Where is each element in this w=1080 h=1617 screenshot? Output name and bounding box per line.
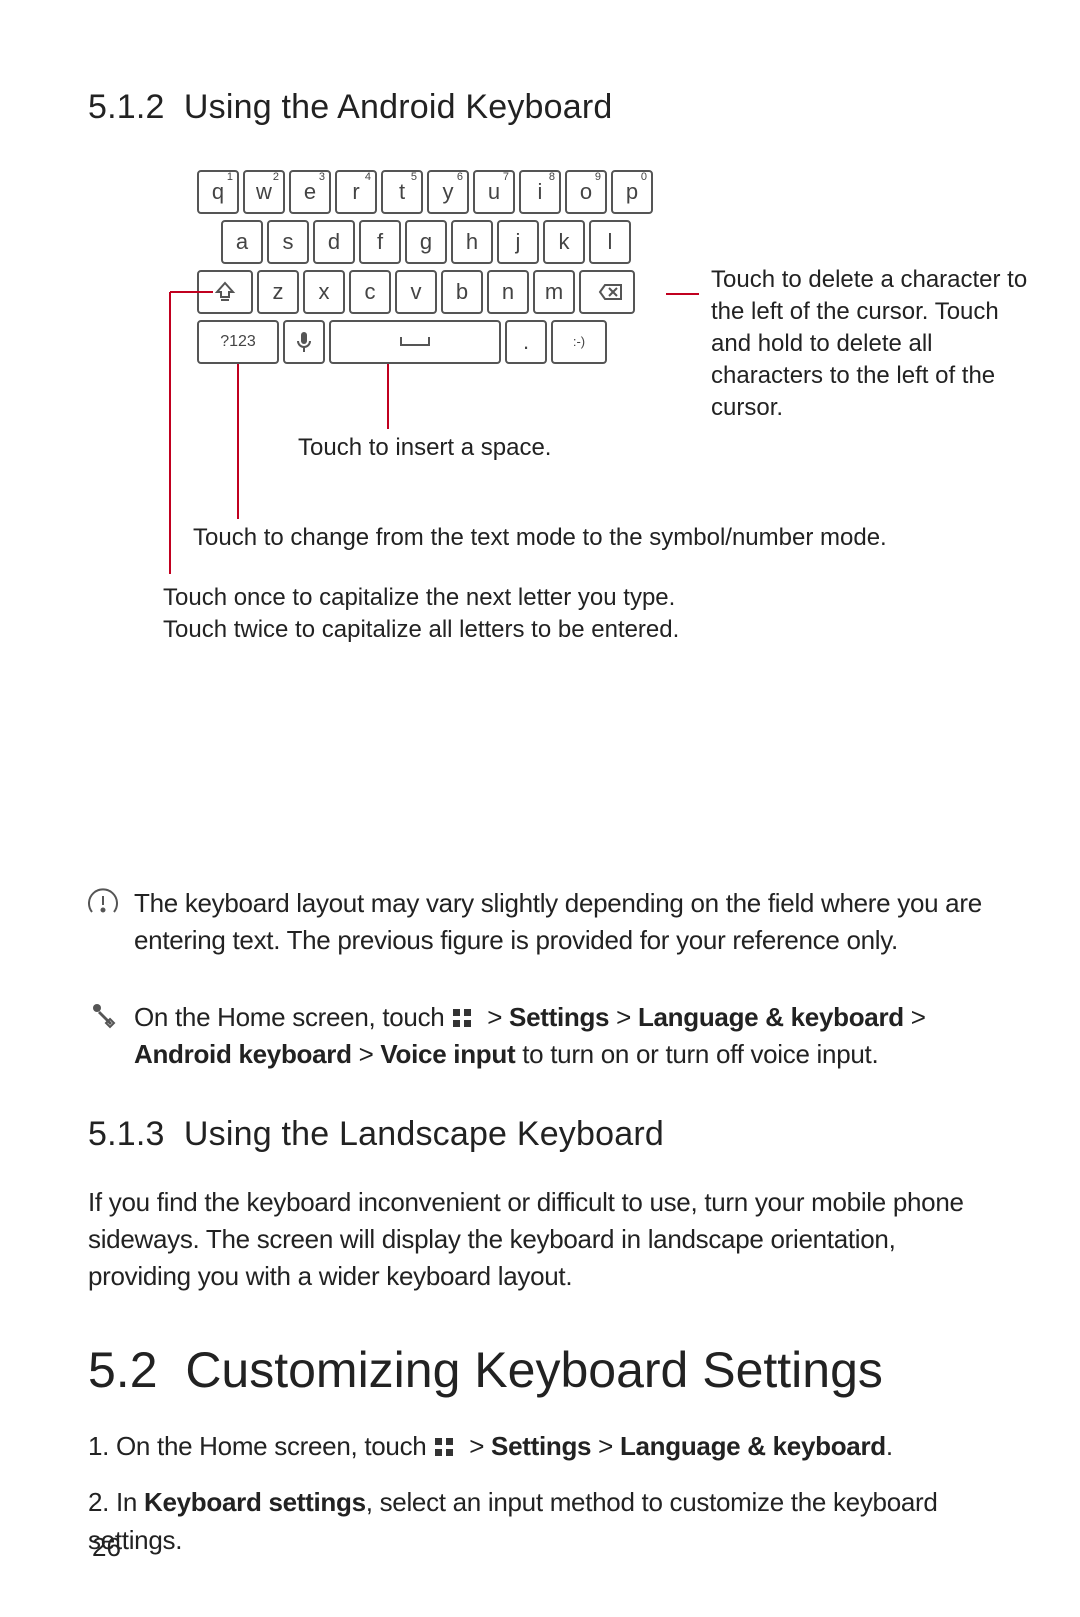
- heading-text: Using the Android Keyboard: [184, 88, 613, 126]
- key-mic: [283, 320, 325, 364]
- key-tip-icon: [88, 1001, 122, 1073]
- key-t: t5: [381, 170, 423, 214]
- label-shift-line1: Touch once to capitalize the next letter…: [163, 584, 675, 611]
- page-number: 26: [92, 1532, 121, 1563]
- key-v: v: [395, 270, 437, 314]
- caution-icon: [88, 887, 122, 959]
- key-d: d: [313, 220, 355, 264]
- key-o: o9: [565, 170, 607, 214]
- key-s: s: [267, 220, 309, 264]
- key-u: u7: [473, 170, 515, 214]
- key-p: p0: [611, 170, 653, 214]
- key-c: c: [349, 270, 391, 314]
- heading-number: 5.1.3: [88, 1115, 165, 1153]
- tip-note-voice-input: On the Home screen, touch > Settings > L…: [88, 999, 988, 1073]
- txt: Settings: [491, 1431, 591, 1461]
- key-x: x: [303, 270, 345, 314]
- key-period: .: [505, 320, 547, 364]
- key-l: l: [589, 220, 631, 264]
- keyboard-row-2: asdfghjkl: [219, 217, 1023, 267]
- label-shift-line2: Touch twice to capitalize all letters to…: [163, 616, 679, 643]
- key-backspace: [579, 270, 635, 314]
- keyboard-figure: q1w2e3r4t5y6u7i8o9p0 asdfghjkl zxcvbnm ?…: [123, 167, 1023, 857]
- key-y: y6: [427, 170, 469, 214]
- info-note-text: The keyboard layout may vary slightly de…: [134, 885, 988, 959]
- txt: Settings: [509, 1002, 609, 1032]
- heading-number: 5.1.2: [88, 88, 165, 126]
- txt: On the Home screen, touch: [134, 1002, 451, 1032]
- key-w: w2: [243, 170, 285, 214]
- heading-5-1-3: 5.1.3 Using the Landscape Keyboard: [88, 1115, 988, 1154]
- txt: Language & keyboard: [620, 1431, 886, 1461]
- label-delete: Touch to delete a character to the left …: [711, 264, 1031, 424]
- tip-note-text: On the Home screen, touch > Settings > L…: [134, 999, 988, 1073]
- key-h: h: [451, 220, 493, 264]
- key-shift: [197, 270, 253, 314]
- key-q: q1: [197, 170, 239, 214]
- heading-text: Using the Landscape Keyboard: [184, 1115, 664, 1153]
- heading-text: Customizing Keyboard Settings: [185, 1342, 883, 1398]
- label-space: Touch to insert a space.: [298, 432, 551, 464]
- key-e: e3: [289, 170, 331, 214]
- paragraph-5-1-3: If you find the keyboard inconvenient or…: [88, 1184, 988, 1295]
- key-n: n: [487, 270, 529, 314]
- key-g: g: [405, 220, 447, 264]
- txt: to turn on or turn off voice input.: [515, 1039, 878, 1069]
- heading-number: 5.2: [88, 1342, 158, 1398]
- page-root: 5.1.2 Using the Android Keyboard q1w2e3r…: [0, 0, 1080, 1617]
- key-i: i8: [519, 170, 561, 214]
- keyboard-row-1: q1w2e3r4t5y6u7i8o9p0: [195, 167, 1023, 217]
- txt: Android keyboard: [134, 1039, 352, 1069]
- info-note-keyboard-varies: The keyboard layout may vary slightly de…: [88, 885, 988, 959]
- heading-5-2: 5.2 Customizing Keyboard Settings: [88, 1341, 988, 1399]
- key-space: [329, 320, 501, 364]
- key-z: z: [257, 270, 299, 314]
- label-symbols: Touch to change from the text mode to th…: [193, 522, 1013, 554]
- key-m: m: [533, 270, 575, 314]
- key-b: b: [441, 270, 483, 314]
- label-shift: Touch once to capitalize the next letter…: [163, 582, 953, 646]
- txt: 1. On the Home screen, touch: [88, 1431, 433, 1461]
- key-smiley: :-): [551, 320, 607, 364]
- apps-icon: [451, 1007, 473, 1029]
- key-r: r4: [335, 170, 377, 214]
- txt: 2. In: [88, 1487, 144, 1517]
- txt: Language & keyboard: [638, 1002, 904, 1032]
- key-symbols: ?123: [197, 320, 279, 364]
- key-j: j: [497, 220, 539, 264]
- step-1: 1. On the Home screen, touch > Settings …: [88, 1427, 988, 1465]
- key-k: k: [543, 220, 585, 264]
- key-a: a: [221, 220, 263, 264]
- heading-5-1-2: 5.1.2 Using the Android Keyboard: [88, 88, 988, 127]
- key-f: f: [359, 220, 401, 264]
- txt: Keyboard settings: [144, 1487, 366, 1517]
- apps-icon: [433, 1436, 455, 1458]
- txt: Voice input: [380, 1039, 515, 1069]
- step-2: 2. In Keyboard settings, select an input…: [88, 1483, 988, 1559]
